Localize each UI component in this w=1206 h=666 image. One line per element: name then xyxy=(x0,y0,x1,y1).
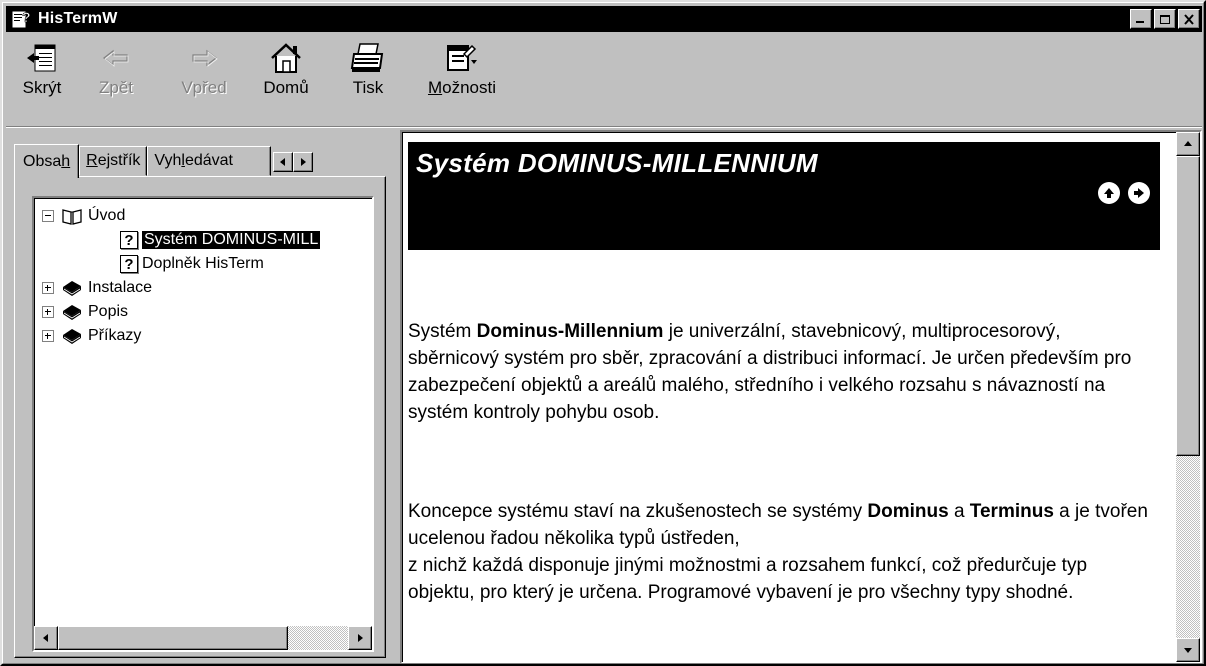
contents-tree[interactable]: Úvod ? Systém DOMINUS-MILL ? Doplněk His… xyxy=(32,196,374,652)
tree-node-system-dominus[interactable]: ? Systém DOMINUS-MILL xyxy=(34,228,372,252)
scroll-down-button[interactable] xyxy=(1176,638,1200,662)
home-button[interactable]: Domů xyxy=(248,36,324,124)
arrow-left-icon xyxy=(280,158,286,166)
closed-book-icon xyxy=(60,278,84,298)
closed-book-icon xyxy=(60,326,84,346)
back-arrow-icon xyxy=(96,40,136,76)
expand-icon[interactable] xyxy=(42,282,54,294)
maximize-button[interactable] xyxy=(1154,9,1176,29)
tree-node-uvod[interactable]: Úvod xyxy=(34,204,372,228)
arrow-right-icon xyxy=(1134,188,1144,198)
arrow-up-icon xyxy=(1184,141,1192,146)
arrow-up-icon xyxy=(1104,188,1114,198)
home-icon xyxy=(266,40,306,76)
tree-horizontal-scrollbar[interactable] xyxy=(34,626,372,650)
tab-contents[interactable]: Obsa h xyxy=(14,144,80,178)
forward-label: Vpřed xyxy=(181,78,227,97)
window-title: HisTermW xyxy=(38,10,118,27)
forward-button[interactable]: Vpřed xyxy=(160,36,248,124)
expand-icon[interactable] xyxy=(42,306,54,318)
minimize-button[interactable] xyxy=(1130,9,1152,29)
closed-book-icon xyxy=(60,302,84,322)
paragraph-concept: Koncepce systému staví na zkušenostech s… xyxy=(408,501,1148,603)
tree-node-popis[interactable]: Popis xyxy=(34,300,372,324)
tab-scroll-left-button[interactable] xyxy=(273,152,294,172)
topic-header: Systém DOMINUS-MILLENNIUM xyxy=(408,142,1160,250)
minimize-icon xyxy=(1136,21,1144,23)
expand-icon[interactable] xyxy=(42,330,54,342)
toolbar: Skrýt Zpět Vpřed Domů Tisk Možnosti xyxy=(6,32,1202,126)
next-topic-button[interactable] xyxy=(1128,182,1150,204)
tree-node-prikazy[interactable]: Příkazy xyxy=(34,324,372,348)
print-button[interactable]: Tisk xyxy=(324,36,412,124)
close-icon xyxy=(1184,13,1194,25)
options-label: Možnosti xyxy=(427,78,497,97)
topic-title: Systém DOMINUS-MILLENNIUM xyxy=(416,148,818,178)
back-button[interactable]: Zpět xyxy=(72,36,160,124)
hide-label: Skrýt xyxy=(22,78,62,97)
topic-content: Systém DOMINUS-MILLENNIUM Systém Dominus… xyxy=(404,134,1160,662)
topic-pane: Systém DOMINUS-MILLENNIUM Systém Dominus… xyxy=(400,130,1202,664)
scroll-up-button[interactable] xyxy=(1176,132,1200,156)
maximize-icon xyxy=(1160,14,1170,24)
collapse-icon[interactable] xyxy=(42,210,54,222)
scroll-right-button[interactable] xyxy=(348,626,372,650)
svg-text:?: ? xyxy=(22,9,31,25)
back-label: Zpět xyxy=(98,78,134,97)
help-topic-icon: ? xyxy=(120,255,138,273)
print-label: Tisk xyxy=(352,78,384,97)
open-book-icon xyxy=(60,206,84,226)
tab-search[interactable]: Vyh l edávat xyxy=(147,146,272,176)
arrow-right-icon xyxy=(358,634,363,642)
help-topic-icon: ? xyxy=(120,231,138,249)
tree-node-doplnek-histerm[interactable]: ? Doplněk HisTerm xyxy=(34,252,372,276)
tree-node-instalace[interactable]: Instalace xyxy=(34,276,372,300)
hide-pane-icon xyxy=(22,40,62,76)
scroll-left-button[interactable] xyxy=(34,626,58,650)
toolbar-divider xyxy=(6,126,1202,128)
arrow-right-icon xyxy=(301,158,307,166)
arrow-down-icon xyxy=(1184,648,1192,653)
title-bar[interactable]: ? HisTermW xyxy=(6,6,1202,32)
options-button[interactable]: Možnosti xyxy=(412,36,512,124)
paragraph-intro: Systém Dominus-Millennium je univerzální… xyxy=(408,321,1132,423)
home-label: Domů xyxy=(263,78,309,97)
forward-arrow-icon xyxy=(184,40,224,76)
navigation-pane: Obsa h Rejstřík Vyh l edávat Úvod ? Syst… xyxy=(6,130,394,662)
arrow-left-icon xyxy=(43,634,48,642)
close-button[interactable] xyxy=(1178,9,1200,29)
horizontal-scroll-thumb[interactable] xyxy=(58,626,288,650)
tab-scroll-right-button[interactable] xyxy=(293,152,314,172)
navigation-tabs: Obsa h Rejstřík Vyh l edávat xyxy=(14,144,314,178)
previous-topic-button[interactable] xyxy=(1098,182,1120,204)
help-window: ? HisTermW Skrýt Zpět Vpřed Domů Tisk Mo… xyxy=(0,0,1206,666)
vertical-scroll-thumb[interactable] xyxy=(1176,156,1200,456)
tab-index[interactable]: Rejstřík xyxy=(79,146,148,176)
help-app-icon[interactable]: ? xyxy=(10,8,32,30)
options-icon xyxy=(442,40,482,76)
printer-icon xyxy=(348,40,388,76)
topic-vertical-scrollbar[interactable] xyxy=(1176,132,1200,662)
hide-button[interactable]: Skrýt xyxy=(12,36,72,124)
